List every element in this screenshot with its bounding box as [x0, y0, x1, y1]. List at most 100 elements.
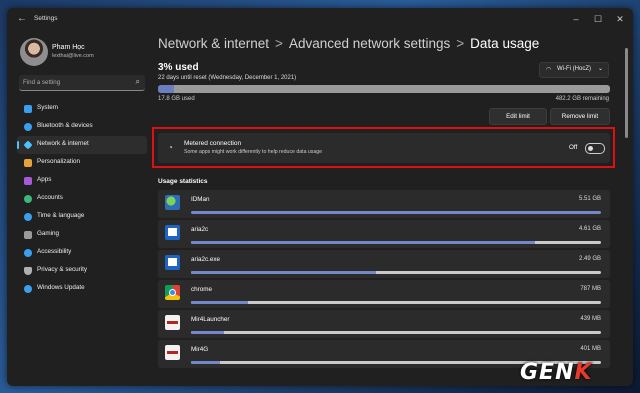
- sidebar-item-label: Time & language: [37, 212, 85, 219]
- app-usage-bar: [191, 271, 601, 274]
- usage-statistics-heading: Usage statistics: [158, 178, 208, 185]
- sidebar-item-label: Windows Update: [37, 284, 85, 291]
- app-usage-bar: [191, 331, 601, 334]
- settings-window: ← Settings – ☐ ✕ Pham Học lexthai@live.c…: [7, 8, 633, 386]
- app-usage-fill: [191, 271, 376, 274]
- app-usage-fill: [191, 331, 224, 334]
- app-usage-fill: [191, 301, 249, 304]
- wifi-icon: ◠: [546, 67, 552, 73]
- edit-limit-button[interactable]: Edit limit: [489, 108, 547, 125]
- app-usage-value: 4.61 GB: [578, 226, 601, 232]
- app-usage-bar: [191, 211, 601, 214]
- app-usage-fill: [191, 211, 601, 214]
- app-name: Mir4Launcher: [191, 316, 230, 323]
- idman-icon: [165, 195, 180, 210]
- sidebar-item-label: Gaming: [37, 230, 60, 237]
- list-item: aria2c.exe 2.49 GB: [158, 250, 610, 278]
- breadcrumb: Network & internet > Advanced network sett…: [158, 36, 539, 51]
- network-icon: [23, 140, 33, 150]
- app-usage-value: 787 MB: [580, 286, 601, 292]
- mir4-icon: [165, 345, 180, 360]
- remaining-amount: 482.2 GB remaining: [555, 96, 609, 102]
- sidebar-item-label: Personalization: [37, 158, 81, 165]
- sidebar-item-gaming[interactable]: Gaming: [17, 226, 147, 244]
- sidebar-item-windows-update[interactable]: Windows Update: [17, 280, 147, 298]
- app-name: Mir4G: [191, 346, 209, 353]
- search-input[interactable]: [23, 76, 123, 88]
- network-name: Wi-Fi (HocZ): [557, 66, 591, 72]
- title-bar: ← Settings – ☐ ✕: [7, 8, 633, 32]
- profile-email: lexthai@live.com: [52, 53, 94, 59]
- sidebar-item-privacy[interactable]: Privacy & security: [17, 262, 147, 280]
- close-button[interactable]: ✕: [609, 11, 631, 27]
- list-item: chrome 787 MB: [158, 280, 610, 308]
- used-amount: 17.8 GB used: [158, 96, 195, 102]
- sidebar-item-accounts[interactable]: Accounts: [17, 190, 147, 208]
- person-icon: [24, 195, 32, 203]
- list-item: Mir4Launcher 439 MB: [158, 310, 610, 338]
- app-name: chrome: [191, 286, 212, 293]
- sidebar-item-system[interactable]: System: [17, 100, 147, 118]
- sidebar-item-bluetooth[interactable]: Bluetooth & devices: [17, 118, 147, 136]
- sidebar-item-apps[interactable]: Apps: [17, 172, 147, 190]
- data-usage-bar: [158, 85, 610, 93]
- highlight-box: [152, 127, 615, 168]
- app-usage-value: 5.51 GB: [578, 196, 601, 202]
- bluetooth-icon: [24, 123, 32, 131]
- back-arrow-icon[interactable]: ←: [17, 13, 27, 24]
- breadcrumb-separator: >: [275, 36, 283, 51]
- apps-icon: [24, 177, 32, 185]
- remove-limit-button[interactable]: Remove limit: [550, 108, 610, 125]
- brush-icon: [24, 159, 32, 167]
- app-name: aria2c.exe: [191, 256, 221, 263]
- sidebar-item-time-language[interactable]: Time & language: [17, 208, 147, 226]
- app-usage-list: IDMan 5.51 GB aria2c 4.61 GB aria2c.exe …: [158, 190, 610, 370]
- window-title: Settings: [34, 15, 58, 22]
- data-usage-fill: [158, 85, 175, 93]
- app-usage-value: 401 MB: [580, 346, 601, 352]
- list-item: aria2c 4.61 GB: [158, 220, 610, 248]
- page-title: Data usage: [470, 36, 540, 51]
- app-usage-fill: [191, 241, 536, 244]
- app-usage-bar: [191, 301, 601, 304]
- breadcrumb-advanced[interactable]: Advanced network settings: [289, 36, 450, 51]
- profile-name: Pham Học: [52, 44, 85, 51]
- app-name: aria2c: [191, 226, 209, 233]
- maximize-button[interactable]: ☐: [587, 11, 609, 27]
- sidebar-item-network[interactable]: Network & internet: [17, 136, 147, 154]
- search-icon: ⌕: [135, 77, 140, 86]
- chrome-icon: [165, 285, 180, 300]
- breadcrumb-separator: >: [456, 36, 465, 51]
- network-dropdown[interactable]: ◠ Wi-Fi (HocZ) ⌄: [539, 62, 609, 78]
- reset-info: 22 days until reset (Wednesday, December…: [158, 75, 297, 81]
- shield-icon: [24, 267, 32, 275]
- app-name: IDMan: [191, 196, 210, 203]
- sidebar-item-personalization[interactable]: Personalization: [17, 154, 147, 172]
- breadcrumb-network[interactable]: Network & internet: [158, 36, 269, 51]
- app-usage-fill: [191, 361, 220, 364]
- search-box[interactable]: ⌕: [19, 75, 145, 91]
- minimize-button[interactable]: –: [565, 11, 587, 27]
- chevron-down-icon: ⌄: [597, 66, 603, 72]
- update-icon: [24, 285, 32, 293]
- sidebar-item-label: Privacy & security: [37, 266, 88, 273]
- sidebar-item-label: Apps: [37, 176, 52, 183]
- accessibility-icon: [24, 249, 32, 257]
- sidebar-nav: System Bluetooth & devices Network & int…: [17, 100, 147, 298]
- sidebar-item-label: Bluetooth & devices: [37, 122, 93, 129]
- list-item: IDMan 5.51 GB: [158, 190, 610, 218]
- aria2c-icon: [165, 255, 180, 270]
- gamepad-icon: [24, 231, 32, 239]
- app-usage-value: 439 MB: [580, 316, 601, 322]
- usage-percent: 3% used: [158, 62, 199, 73]
- sidebar-item-label: Accounts: [37, 194, 63, 201]
- sidebar-item-label: System: [37, 104, 58, 111]
- sidebar-item-label: Accessibility: [37, 248, 72, 255]
- mir4-icon: [165, 315, 180, 330]
- globe-clock-icon: [24, 213, 32, 221]
- scrollbar[interactable]: [625, 48, 628, 138]
- system-icon: [24, 105, 32, 113]
- aria2c-icon: [165, 225, 180, 240]
- sidebar-item-accessibility[interactable]: Accessibility: [17, 244, 147, 262]
- genk-watermark-logo: GENK: [520, 360, 593, 385]
